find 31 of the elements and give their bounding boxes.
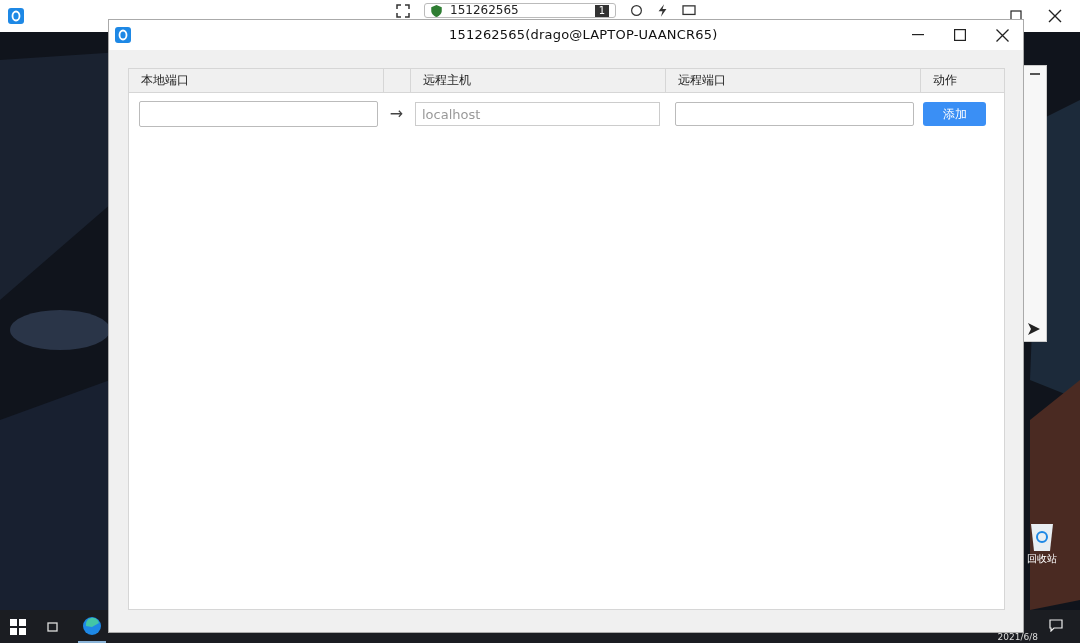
local-port-field[interactable] [139,101,378,127]
display-icon[interactable] [682,4,696,17]
fullscreen-icon[interactable] [396,3,410,18]
minimize-icon[interactable] [912,34,924,36]
app-logo-icon [8,8,24,24]
close-icon[interactable] [996,28,1009,42]
desktop-icon-label: 回收站 [1027,552,1057,566]
windows-start-icon[interactable] [10,618,26,635]
monitor-number[interactable]: 1 [594,4,609,17]
window-logo-icon [115,27,131,43]
remote-host-field[interactable]: localhost [415,102,660,126]
remote-port-field[interactable] [675,102,914,126]
lightning-icon[interactable] [657,4,668,17]
column-header: 本地端口 [129,69,384,92]
close-icon[interactable] [1048,9,1062,23]
minimize-icon[interactable] [1030,72,1040,76]
column-header: 动作 [932,72,958,89]
column-header: 远程主机 [411,69,666,92]
send-icon[interactable] [1028,323,1040,335]
taskbar-date: 2021/6/8 [997,633,1038,642]
browser-icon [82,615,102,636]
notification-icon[interactable] [1049,619,1063,632]
session-tab[interactable]: 151262565 1 [424,3,616,18]
window-title: 151262565(drago@LAPTOP-UAANCR65) [449,26,718,45]
session-id: 151262565 [450,4,519,17]
shield-icon [431,4,442,17]
chat-icon[interactable] [630,4,643,17]
column-header: 远程端口 [666,69,921,92]
arrow-text: → [388,103,405,125]
task-view-icon[interactable] [46,619,60,634]
maximize-icon[interactable] [954,29,966,41]
